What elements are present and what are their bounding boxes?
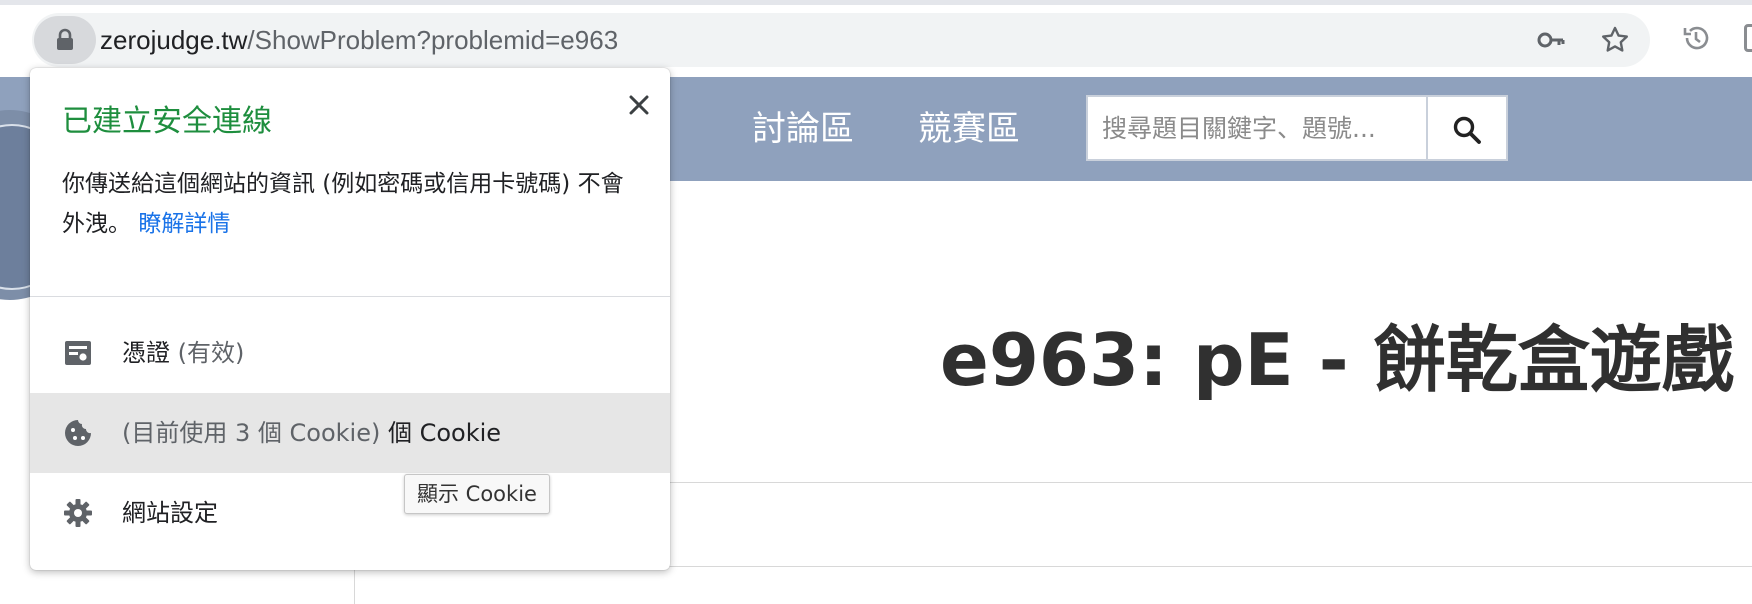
cookies-suffix: 個 Cookie <box>387 419 502 447</box>
certificate-status: (有效) <box>177 339 245 367</box>
cookies-count: (目前使用 3 個 Cookie) <box>122 419 381 447</box>
close-icon[interactable] <box>622 88 656 122</box>
tooltip: 顯示 Cookie <box>404 474 550 514</box>
extension-icon[interactable] <box>1744 24 1752 52</box>
cookies-row[interactable]: (目前使用 3 個 Cookie) 個 Cookie <box>30 393 670 473</box>
search-input[interactable] <box>1088 97 1424 159</box>
site-settings-label: 網站設定 <box>122 499 218 527</box>
certificate-text: 憑證 <box>122 339 170 367</box>
search-field[interactable] <box>1086 95 1428 161</box>
history-icon[interactable] <box>1680 22 1712 54</box>
cookie-icon <box>65 420 91 446</box>
key-icon[interactable] <box>1536 25 1566 55</box>
cookies-label: (目前使用 3 個 Cookie) 個 Cookie <box>122 415 501 451</box>
search-button[interactable] <box>1428 95 1508 161</box>
site-info-popup: 已建立安全連線 你傳送給這個網站的資訊 (例如密碼或信用卡號碼) 不會外洩。 瞭… <box>30 68 670 570</box>
url-text[interactable]: zerojudge.tw/ShowProblem?problemid=e963 <box>100 25 618 55</box>
url-path: /ShowProblem?problemid=e963 <box>247 25 619 55</box>
nav-item-forum[interactable]: 討論區 <box>752 109 854 149</box>
certificate-row[interactable]: 憑證 (有效) <box>30 313 670 393</box>
connection-description: 你傳送給這個網站的資訊 (例如密碼或信用卡號碼) 不會外洩。 瞭解詳情 <box>62 164 642 244</box>
star-icon[interactable] <box>1600 25 1630 55</box>
divider <box>30 296 670 297</box>
site-settings-row[interactable]: 網站設定 <box>30 473 670 553</box>
browser-top-strip <box>0 0 1752 5</box>
nav-item-contest[interactable]: 競賽區 <box>918 109 1020 149</box>
url-host: zerojudge.tw <box>100 25 248 55</box>
connection-secure-title: 已建立安全連線 <box>62 104 272 139</box>
site-info-button[interactable] <box>34 16 96 64</box>
certificate-label: 憑證 (有效) <box>122 335 244 371</box>
address-bar[interactable]: zerojudge.tw/ShowProblem?problemid=e963 <box>32 13 1650 67</box>
certificate-icon <box>65 341 91 365</box>
lock-icon <box>57 28 73 50</box>
learn-more-link[interactable]: 瞭解詳情 <box>138 211 230 237</box>
page-title: e963: pE - 餅乾盒遊戲 <box>940 318 1734 402</box>
search-icon <box>1453 116 1481 144</box>
gear-icon <box>64 499 92 527</box>
